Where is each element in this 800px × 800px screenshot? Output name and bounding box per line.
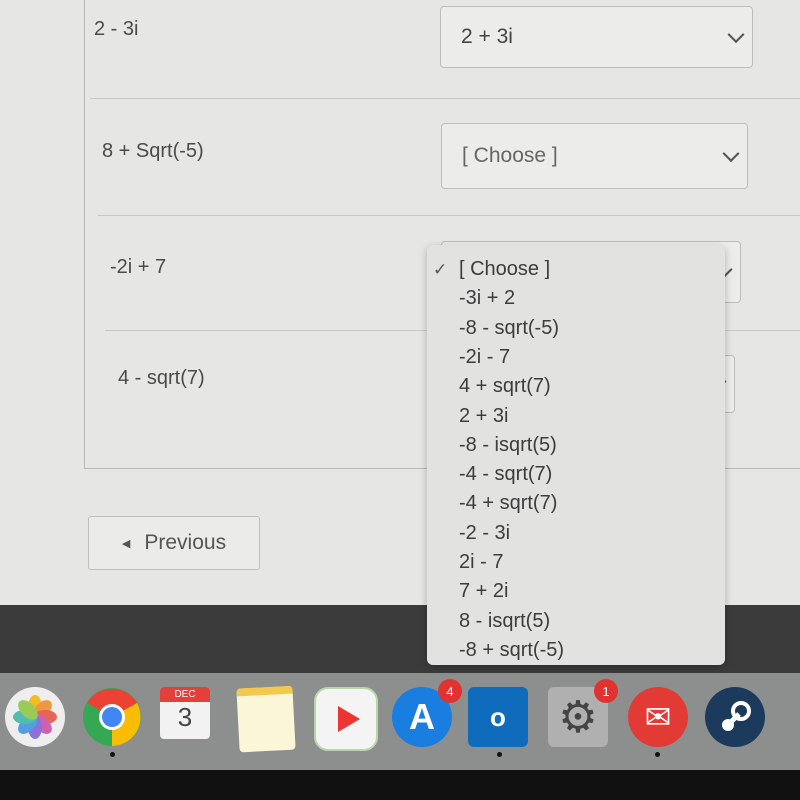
dropdown-option[interactable]: -4 + sqrt(7)	[459, 492, 557, 515]
answer-select[interactable]: 2 + 3i	[440, 6, 753, 68]
dock-system-preferences[interactable]: ⚙ 1	[548, 679, 618, 747]
question-prompt: -2i + 7	[110, 256, 167, 278]
photos-icon	[13, 695, 57, 739]
calendar-month: DEC	[160, 687, 210, 702]
dock-photos[interactable]	[5, 687, 65, 747]
row-divider	[98, 215, 800, 216]
dock-notes[interactable]	[236, 685, 296, 753]
dock-video-player[interactable]	[314, 687, 378, 751]
dock-calendar[interactable]: DEC 3	[160, 687, 210, 739]
dock-chrome[interactable]	[82, 687, 142, 747]
dropdown-option[interactable]: -8 - sqrt(-5)	[459, 317, 559, 340]
dock-app-store[interactable]: A 4	[392, 679, 462, 747]
app-store-icon: A	[409, 696, 435, 737]
dropdown-option[interactable]: -2i - 7	[459, 346, 510, 369]
calendar-day: 3	[177, 702, 193, 732]
chrome-icon	[83, 688, 141, 746]
steam-icon	[722, 701, 751, 731]
running-indicator	[497, 752, 502, 757]
question-prompt: 8 + Sqrt(-5)	[102, 140, 204, 162]
checkmark-icon: ✓	[433, 260, 448, 279]
outlook-icon: o	[490, 701, 506, 732]
dock: DEC 3 A 4 o ⚙ 1 ✉	[0, 673, 800, 770]
previous-label: Previous	[144, 531, 227, 554]
caret-left-icon: ◀	[121, 537, 131, 550]
answer-select[interactable]: [ Choose ]	[441, 123, 748, 189]
chevron-down-icon	[722, 145, 740, 163]
previous-button[interactable]: ◀ Previous	[88, 516, 260, 570]
row-divider	[90, 98, 800, 99]
dropdown-option[interactable]: 4 + sqrt(7)	[459, 375, 551, 398]
dropdown-option[interactable]: 7 + 2i	[459, 580, 508, 603]
select-value: [ Choose ]	[462, 144, 558, 167]
dropdown-option[interactable]: [ Choose ]	[459, 258, 550, 281]
question-prompt: 4 - sqrt(7)	[118, 367, 205, 389]
dropdown-option[interactable]: 2i - 7	[459, 551, 503, 574]
dropdown-option[interactable]: -8 - isqrt(5)	[459, 434, 557, 457]
select-dropdown-menu: ✓ [ Choose ] -3i + 2 -8 - sqrt(-5) -2i - 7 4…	[427, 245, 725, 665]
running-indicator	[110, 752, 115, 757]
chevron-down-icon	[727, 26, 745, 44]
dock-outlook[interactable]: o	[468, 687, 528, 747]
notification-badge: 1	[594, 679, 618, 703]
dropdown-option[interactable]: 8 - isqrt(5)	[459, 610, 550, 633]
play-icon	[338, 706, 360, 732]
question-prompt: 2 - 3i	[94, 18, 139, 40]
dock-steam[interactable]	[705, 687, 765, 747]
dropdown-option[interactable]: -8 + sqrt(-5)	[459, 639, 564, 662]
dropdown-option[interactable]: -3i + 2	[459, 287, 515, 310]
envelope-icon: ✉	[644, 699, 672, 735]
notification-badge: 4	[438, 679, 462, 703]
dropdown-option[interactable]: 2 + 3i	[459, 405, 508, 428]
dropdown-option[interactable]: -4 - sqrt(7)	[459, 463, 552, 486]
running-indicator	[655, 752, 660, 757]
select-value: 2 + 3i	[461, 25, 513, 48]
dropdown-option[interactable]: -2 - 3i	[459, 522, 510, 545]
gear-icon: ⚙	[558, 692, 598, 742]
dock-mail[interactable]: ✉	[628, 687, 688, 747]
